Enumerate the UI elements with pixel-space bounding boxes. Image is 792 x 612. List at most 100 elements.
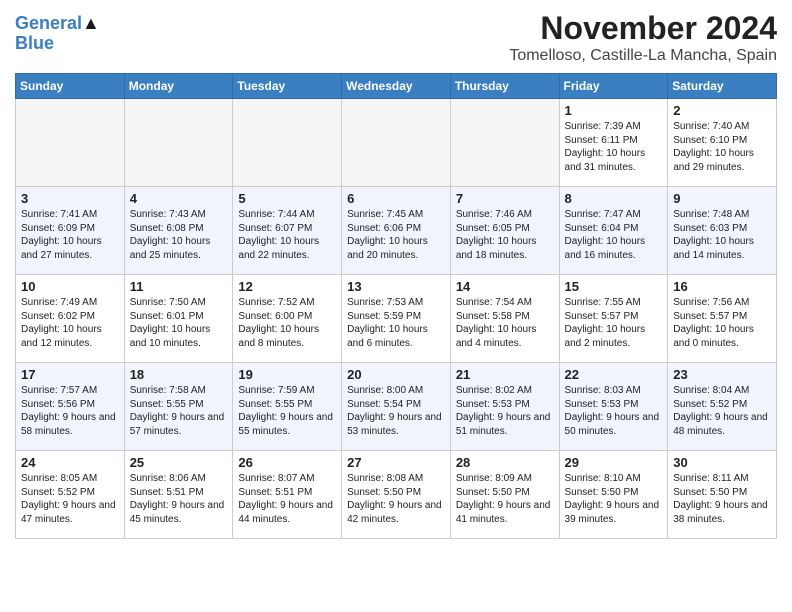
day-info: Sunrise: 8:00 AM Sunset: 5:54 PM Dayligh… xyxy=(347,384,445,438)
day-number: 26 xyxy=(238,455,336,470)
calendar-day-cell: 3 Sunrise: 7:41 AM Sunset: 6:09 PM Daylig… xyxy=(16,187,125,275)
day-info: Sunrise: 8:04 AM Sunset: 5:52 PM Dayligh… xyxy=(673,384,771,438)
day-info: Sunrise: 7:46 AM Sunset: 6:05 PM Dayligh… xyxy=(456,208,554,262)
calendar-week-row: 10 Sunrise: 7:49 AM Sunset: 6:02 PM Dayli… xyxy=(16,275,777,363)
title-block: November 2024 Tomelloso, Castille-La Man… xyxy=(509,10,777,65)
calendar-day-cell: 15Sunrise: 7:55 AM Sunset: 5:57 PM Dayli… xyxy=(559,275,668,363)
day-of-week-header: Thursday xyxy=(450,74,559,99)
day-number: 30 xyxy=(673,455,771,470)
day-info: Sunrise: 7:56 AM Sunset: 5:57 PM Dayligh… xyxy=(673,296,771,350)
day-info: Sunrise: 8:02 AM Sunset: 5:53 PM Dayligh… xyxy=(456,384,554,438)
location: Tomelloso, Castille-La Mancha, Spain xyxy=(509,47,777,65)
calendar-day-cell: 23 Sunrise: 8:04 AM Sunset: 5:52 PM Dayli… xyxy=(668,363,777,451)
day-info: Sunrise: 7:48 AM Sunset: 6:03 PM Dayligh… xyxy=(673,208,771,262)
day-info: Sunrise: 7:57 AM Sunset: 5:56 PM Dayligh… xyxy=(21,384,119,438)
calendar-day-cell: 25 Sunrise: 8:06 AM Sunset: 5:51 PM Dayli… xyxy=(124,451,233,539)
calendar-week-row: 17 Sunrise: 7:57 AM Sunset: 5:56 PM Dayli… xyxy=(16,363,777,451)
day-number: 28 xyxy=(456,455,554,470)
day-of-week-header: Friday xyxy=(559,74,668,99)
month-title: November 2024 xyxy=(509,10,777,47)
calendar-day-cell: 1 Sunrise: 7:39 AM Sunset: 6:11 PM Daylig… xyxy=(559,99,668,187)
day-number: 4 xyxy=(130,191,228,206)
calendar-week-row: 24Sunrise: 8:05 AM Sunset: 5:52 PM Dayli… xyxy=(16,451,777,539)
day-info: Sunrise: 7:41 AM Sunset: 6:09 PM Dayligh… xyxy=(21,208,119,262)
calendar-day-cell: 12 Sunrise: 7:52 AM Sunset: 6:00 PM Dayli… xyxy=(233,275,342,363)
day-number: 8 xyxy=(565,191,663,206)
day-number: 7 xyxy=(456,191,554,206)
day-number: 11 xyxy=(130,279,228,294)
day-info: Sunrise: 8:10 AM Sunset: 5:50 PM Dayligh… xyxy=(565,472,663,526)
calendar-day-cell: 28Sunrise: 8:09 AM Sunset: 5:50 PM Dayli… xyxy=(450,451,559,539)
day-number: 22 xyxy=(565,367,663,382)
day-info: Sunrise: 7:54 AM Sunset: 5:58 PM Dayligh… xyxy=(456,296,554,350)
calendar-day-cell: 29Sunrise: 8:10 AM Sunset: 5:50 PM Dayli… xyxy=(559,451,668,539)
day-number: 10 xyxy=(21,279,119,294)
page-header: General▲Blue November 2024 Tomelloso, Ca… xyxy=(15,10,777,65)
calendar-day-cell: 21 Sunrise: 8:02 AM Sunset: 5:53 PM Dayli… xyxy=(450,363,559,451)
day-info: Sunrise: 8:03 AM Sunset: 5:53 PM Dayligh… xyxy=(565,384,663,438)
day-number: 12 xyxy=(238,279,336,294)
calendar-day-cell: 13Sunrise: 7:53 AM Sunset: 5:59 PM Dayli… xyxy=(342,275,451,363)
calendar-day-cell: 14Sunrise: 7:54 AM Sunset: 5:58 PM Dayli… xyxy=(450,275,559,363)
calendar-day-cell: 16 Sunrise: 7:56 AM Sunset: 5:57 PM Dayli… xyxy=(668,275,777,363)
calendar-week-row: 1 Sunrise: 7:39 AM Sunset: 6:11 PM Daylig… xyxy=(16,99,777,187)
day-number: 2 xyxy=(673,103,771,118)
day-number: 18 xyxy=(130,367,228,382)
day-number: 21 xyxy=(456,367,554,382)
calendar-day-cell: 27Sunrise: 8:08 AM Sunset: 5:50 PM Dayli… xyxy=(342,451,451,539)
day-info: Sunrise: 7:44 AM Sunset: 6:07 PM Dayligh… xyxy=(238,208,336,262)
day-number: 24 xyxy=(21,455,119,470)
day-of-week-header: Wednesday xyxy=(342,74,451,99)
day-info: Sunrise: 8:06 AM Sunset: 5:51 PM Dayligh… xyxy=(130,472,228,526)
day-number: 23 xyxy=(673,367,771,382)
calendar-body: 1 Sunrise: 7:39 AM Sunset: 6:11 PM Daylig… xyxy=(16,99,777,539)
calendar-day-cell xyxy=(233,99,342,187)
calendar-week-row: 3 Sunrise: 7:41 AM Sunset: 6:09 PM Daylig… xyxy=(16,187,777,275)
day-number: 9 xyxy=(673,191,771,206)
calendar-table: SundayMondayTuesdayWednesdayThursdayFrid… xyxy=(15,73,777,539)
day-info: Sunrise: 7:43 AM Sunset: 6:08 PM Dayligh… xyxy=(130,208,228,262)
day-info: Sunrise: 8:11 AM Sunset: 5:50 PM Dayligh… xyxy=(673,472,771,526)
calendar-day-cell: 24Sunrise: 8:05 AM Sunset: 5:52 PM Dayli… xyxy=(16,451,125,539)
day-info: Sunrise: 7:58 AM Sunset: 5:55 PM Dayligh… xyxy=(130,384,228,438)
calendar-day-cell: 22 Sunrise: 8:03 AM Sunset: 5:53 PM Dayli… xyxy=(559,363,668,451)
day-info: Sunrise: 7:52 AM Sunset: 6:00 PM Dayligh… xyxy=(238,296,336,350)
calendar-day-cell: 20 Sunrise: 8:00 AM Sunset: 5:54 PM Dayli… xyxy=(342,363,451,451)
day-number: 6 xyxy=(347,191,445,206)
calendar-header: SundayMondayTuesdayWednesdayThursdayFrid… xyxy=(16,74,777,99)
day-number: 17 xyxy=(21,367,119,382)
day-info: Sunrise: 7:50 AM Sunset: 6:01 PM Dayligh… xyxy=(130,296,228,350)
calendar-day-cell: 17 Sunrise: 7:57 AM Sunset: 5:56 PM Dayli… xyxy=(16,363,125,451)
day-info: Sunrise: 7:47 AM Sunset: 6:04 PM Dayligh… xyxy=(565,208,663,262)
day-number: 3 xyxy=(21,191,119,206)
day-number: 1 xyxy=(565,103,663,118)
calendar-day-cell: 7 Sunrise: 7:46 AM Sunset: 6:05 PM Daylig… xyxy=(450,187,559,275)
calendar-day-cell: 18 Sunrise: 7:58 AM Sunset: 5:55 PM Dayli… xyxy=(124,363,233,451)
day-number: 25 xyxy=(130,455,228,470)
calendar-day-cell: 6 Sunrise: 7:45 AM Sunset: 6:06 PM Daylig… xyxy=(342,187,451,275)
calendar-day-cell: 9 Sunrise: 7:48 AM Sunset: 6:03 PM Daylig… xyxy=(668,187,777,275)
day-info: Sunrise: 7:45 AM Sunset: 6:06 PM Dayligh… xyxy=(347,208,445,262)
day-info: Sunrise: 7:39 AM Sunset: 6:11 PM Dayligh… xyxy=(565,120,663,174)
day-info: Sunrise: 7:53 AM Sunset: 5:59 PM Dayligh… xyxy=(347,296,445,350)
day-info: Sunrise: 7:40 AM Sunset: 6:10 PM Dayligh… xyxy=(673,120,771,174)
calendar-day-cell: 4 Sunrise: 7:43 AM Sunset: 6:08 PM Daylig… xyxy=(124,187,233,275)
day-number: 16 xyxy=(673,279,771,294)
day-info: Sunrise: 7:59 AM Sunset: 5:55 PM Dayligh… xyxy=(238,384,336,438)
calendar-day-cell: 30 Sunrise: 8:11 AM Sunset: 5:50 PM Dayli… xyxy=(668,451,777,539)
day-info: Sunrise: 8:07 AM Sunset: 5:51 PM Dayligh… xyxy=(238,472,336,526)
day-info: Sunrise: 7:49 AM Sunset: 6:02 PM Dayligh… xyxy=(21,296,119,350)
calendar-day-cell xyxy=(450,99,559,187)
day-info: Sunrise: 8:08 AM Sunset: 5:50 PM Dayligh… xyxy=(347,472,445,526)
day-number: 15 xyxy=(565,279,663,294)
day-number: 20 xyxy=(347,367,445,382)
header-row: SundayMondayTuesdayWednesdayThursdayFrid… xyxy=(16,74,777,99)
logo-text: General▲Blue xyxy=(15,14,100,54)
day-of-week-header: Monday xyxy=(124,74,233,99)
calendar-day-cell: 5 Sunrise: 7:44 AM Sunset: 6:07 PM Daylig… xyxy=(233,187,342,275)
calendar-day-cell xyxy=(16,99,125,187)
day-number: 5 xyxy=(238,191,336,206)
calendar-day-cell: 10 Sunrise: 7:49 AM Sunset: 6:02 PM Dayli… xyxy=(16,275,125,363)
calendar-day-cell xyxy=(342,99,451,187)
logo: General▲Blue xyxy=(15,14,100,54)
